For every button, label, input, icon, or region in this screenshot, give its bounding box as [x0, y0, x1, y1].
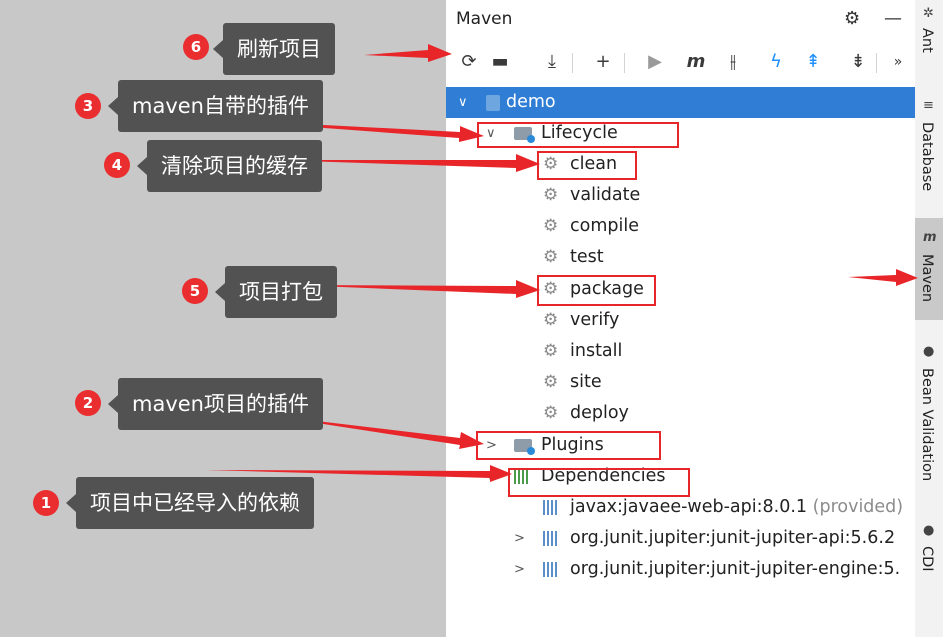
callout-project-plugins: maven项目的插件: [108, 378, 323, 430]
callout-package-project: 项目打包: [215, 266, 337, 318]
callout-builtin-plugins: maven自带的插件: [108, 80, 323, 132]
callout-number: 2: [75, 390, 101, 416]
callout-imported-dependencies: 项目中已经导入的依赖: [66, 477, 314, 529]
callout-number: 3: [75, 93, 101, 119]
callout-number: 6: [183, 34, 209, 60]
callout-number: 1: [33, 490, 59, 516]
callout-number: 4: [104, 152, 130, 178]
callout-refresh-project: 刷新项目: [213, 23, 335, 75]
callout-number: 5: [182, 278, 208, 304]
callout-clean-cache: 清除项目的缓存: [137, 140, 322, 192]
